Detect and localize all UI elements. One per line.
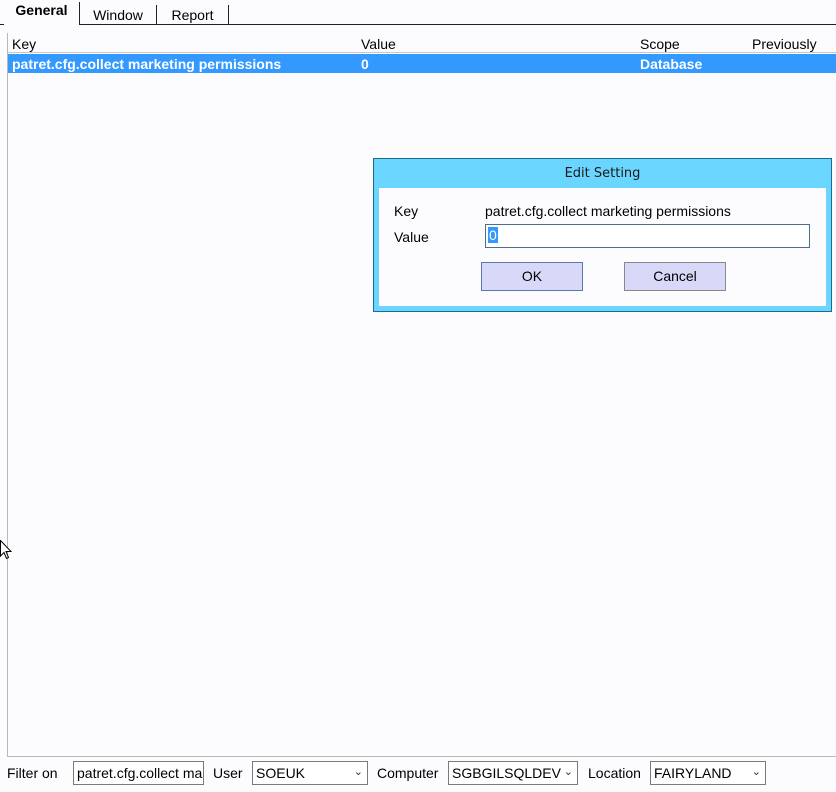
- user-select[interactable]: SOEUK ⌄: [252, 761, 368, 785]
- column-header-scope[interactable]: Scope: [640, 36, 680, 52]
- chevron-down-icon: ⌄: [563, 766, 573, 778]
- computer-select-value: SGBGILSQLDEV: [452, 765, 561, 781]
- dialog-key-label: Key: [394, 203, 419, 219]
- row-value: 0: [361, 56, 369, 72]
- mouse-cursor-icon: [0, 540, 12, 560]
- tab-bar: General Window Report: [0, 0, 836, 25]
- user-select-value: SOEUK: [256, 765, 306, 781]
- computer-select[interactable]: SGBGILSQLDEV ⌄: [448, 761, 578, 785]
- dialog-body: Key patret.cfg.collect marketing permiss…: [379, 188, 826, 306]
- value-input-text: 0: [488, 227, 498, 243]
- column-header-value[interactable]: Value: [361, 36, 396, 52]
- user-label: User: [213, 765, 243, 781]
- tab-window[interactable]: Window: [80, 5, 157, 25]
- dialog-value-label: Value: [394, 229, 429, 245]
- filter-input[interactable]: patret.cfg.collect ma: [73, 761, 204, 785]
- ok-button[interactable]: OK: [481, 262, 583, 291]
- location-select[interactable]: FAIRYLAND ⌄: [650, 761, 766, 785]
- column-header-key[interactable]: Key: [12, 36, 36, 52]
- filter-label: Filter on: [7, 765, 58, 781]
- dialog-key-value: patret.cfg.collect marketing permissions: [485, 203, 731, 219]
- cancel-button[interactable]: Cancel: [624, 262, 726, 291]
- edit-setting-dialog: Edit Setting Key patret.cfg.collect mark…: [373, 158, 832, 312]
- list-row-selected[interactable]: patret.cfg.collect marketing permissions…: [8, 54, 836, 73]
- location-select-value: FAIRYLAND: [654, 765, 732, 781]
- computer-label: Computer: [377, 765, 439, 781]
- tab-general[interactable]: General: [4, 2, 80, 25]
- settings-list[interactable]: Key Value Scope Previously patret.cfg.co…: [7, 33, 836, 757]
- location-label: Location: [588, 765, 641, 781]
- value-input[interactable]: 0: [485, 224, 810, 248]
- dialog-title: Edit Setting: [564, 166, 641, 181]
- row-scope: Database: [640, 56, 703, 72]
- tab-report[interactable]: Report: [157, 5, 229, 25]
- chevron-down-icon: ⌄: [751, 766, 761, 778]
- list-header: Key Value Scope Previously: [8, 33, 836, 53]
- chevron-down-icon: ⌄: [353, 766, 363, 778]
- row-key: patret.cfg.collect marketing permissions: [12, 56, 282, 72]
- filter-bar: Filter on patret.cfg.collect ma User SOE…: [0, 757, 836, 792]
- column-header-previously[interactable]: Previously: [752, 36, 817, 52]
